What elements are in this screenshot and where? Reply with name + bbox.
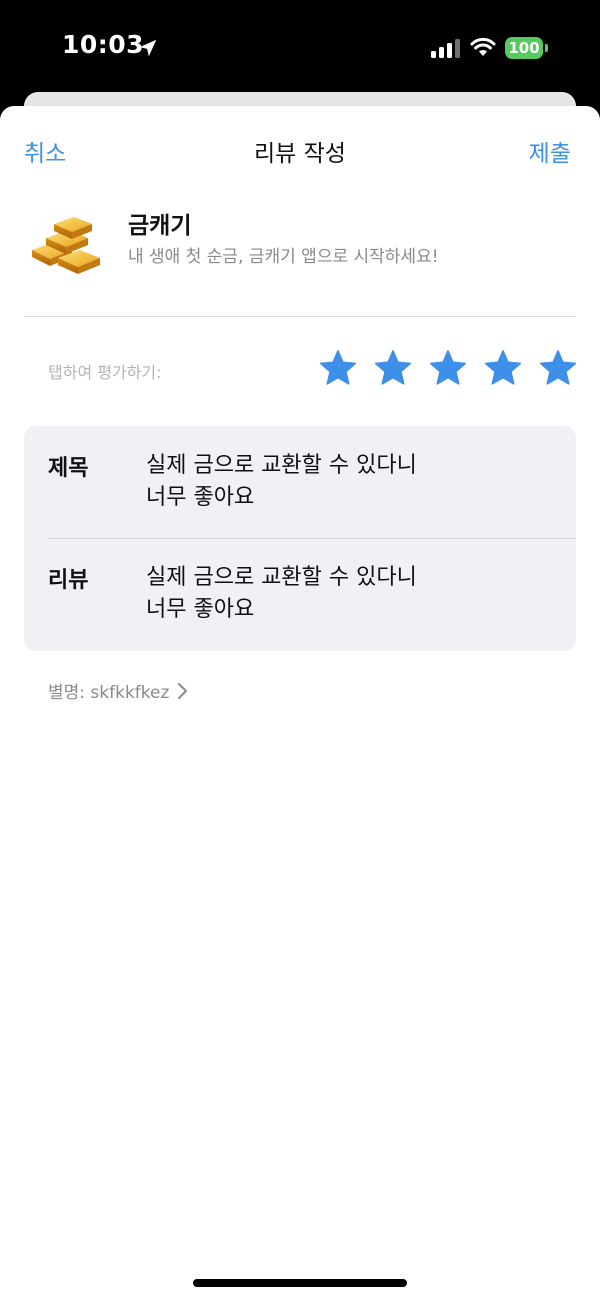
star-rating[interactable] [318,348,578,390]
app-subtitle: 내 생애 첫 순금, 금캐기 앱으로 시작하세요! [128,247,439,267]
app-name: 금캐기 [128,213,192,239]
battery-cap [545,44,548,52]
rating-label: 탭하여 평가하기: [48,363,162,382]
star-icon[interactable] [318,348,358,388]
home-indicator [193,1279,407,1287]
nickname-text: 별명: skfkkfkez [48,683,170,703]
title-input[interactable]: 실제 금으로 교환할 수 있다니 너무 좋아요 [146,450,546,514]
gold-bars-icon [32,217,100,274]
battery-level: 100 [508,39,540,57]
title-field[interactable]: 제목 실제 금으로 교환할 수 있다니 너무 좋아요 [24,426,576,539]
review-sheet: 취소 리뷰 작성 제출 금캐기 내 생애 첫 순금, 금캐기 앱으로 시작하세요… [0,106,600,1304]
review-label: 리뷰 [48,568,89,593]
submit-button[interactable]: 제출 [529,134,571,168]
status-time: 10:03 [62,30,145,59]
nav-bar: 취소 리뷰 작성 제출 [0,106,600,196]
status-bar: 10:03 100 [0,0,600,100]
page-title: 리뷰 작성 [254,141,346,167]
location-arrow-icon [139,39,157,57]
divider [24,316,576,317]
review-field[interactable]: 리뷰 실제 금으로 교환할 수 있다니 너무 좋아요 [24,538,576,650]
wifi-icon [470,37,496,56]
star-icon[interactable] [483,348,523,388]
star-icon[interactable] [538,348,578,388]
title-label: 제목 [48,456,89,481]
star-icon[interactable] [373,348,413,388]
review-form: 제목 실제 금으로 교환할 수 있다니 너무 좋아요 리뷰 실제 금으로 교환할… [24,426,576,651]
battery-icon: 100 [505,37,543,59]
star-icon[interactable] [428,348,468,388]
chevron-right-icon [178,682,188,699]
nickname-link[interactable]: 별명: skfkkfkez [48,678,189,703]
review-textarea[interactable]: 실제 금으로 교환할 수 있다니 너무 좋아요 [146,562,546,626]
cellular-signal-icon [431,39,460,58]
